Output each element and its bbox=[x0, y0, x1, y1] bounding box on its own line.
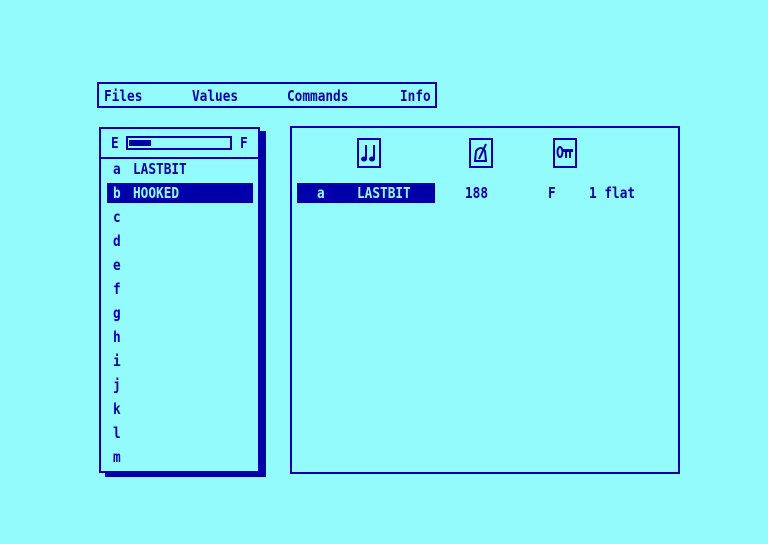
memory-gauge-fill bbox=[129, 140, 151, 146]
file-list-item[interactable]: d bbox=[107, 231, 253, 251]
file-slot-letter: g bbox=[113, 304, 121, 322]
menu-values[interactable]: Values bbox=[192, 87, 238, 105]
menu-files[interactable]: Files bbox=[104, 87, 142, 105]
file-slot-letter: m bbox=[113, 448, 121, 466]
detail-signature: 1 flat bbox=[589, 184, 636, 202]
file-list-item[interactable]: j bbox=[107, 375, 253, 395]
file-list-panel: E F a LASTBIT b HOOKED c d e f g h i j k l m bbox=[99, 127, 260, 473]
file-list-item[interactable]: m bbox=[107, 447, 253, 467]
memory-gauge bbox=[126, 136, 232, 150]
file-slot-letter: f bbox=[113, 280, 121, 298]
detail-row-name: LASTBIT bbox=[357, 184, 411, 202]
menu-commands[interactable]: Commands bbox=[287, 87, 348, 105]
file-list-item[interactable]: f bbox=[107, 279, 253, 299]
file-list-item[interactable]: c bbox=[107, 207, 253, 227]
file-slot-letter: b bbox=[113, 184, 121, 202]
file-slot-letter: d bbox=[113, 232, 121, 250]
detail-tempo: 188 bbox=[465, 184, 489, 202]
menu-bar: Files Values Commands Info bbox=[97, 82, 437, 108]
gauge-empty-label: E bbox=[111, 134, 119, 152]
gauge-full-label: F bbox=[240, 134, 248, 152]
detail-key: F bbox=[548, 184, 556, 202]
memory-gauge-header: E F bbox=[101, 129, 258, 159]
file-slot-letter: c bbox=[113, 208, 121, 226]
file-slot-letter: k bbox=[113, 400, 121, 418]
file-list-item[interactable]: k bbox=[107, 399, 253, 419]
detail-panel: a LASTBIT 188 F 1 flat bbox=[290, 126, 680, 474]
file-list-item[interactable]: l bbox=[107, 423, 253, 443]
key-icon-box[interactable] bbox=[553, 138, 577, 168]
file-list-item[interactable]: b HOOKED bbox=[107, 183, 253, 203]
file-list-item[interactable]: a LASTBIT bbox=[107, 159, 253, 179]
file-slot-letter: e bbox=[113, 256, 121, 274]
file-name: LASTBIT bbox=[133, 160, 187, 178]
file-slot-letter: h bbox=[113, 328, 121, 346]
metronome-icon bbox=[473, 143, 488, 162]
file-list-item[interactable]: i bbox=[107, 351, 253, 371]
notes-icon-box[interactable] bbox=[357, 138, 381, 168]
notes-icon bbox=[361, 145, 375, 162]
detail-row-selected[interactable]: a LASTBIT bbox=[297, 183, 435, 203]
detail-row-letter: a bbox=[317, 184, 325, 202]
file-name: HOOKED bbox=[133, 184, 180, 202]
file-slot-letter: a bbox=[113, 160, 121, 178]
file-slot-letter: j bbox=[113, 376, 121, 394]
file-list-item[interactable]: g bbox=[107, 303, 253, 323]
file-list-item[interactable]: h bbox=[107, 327, 253, 347]
file-list-item[interactable]: e bbox=[107, 255, 253, 275]
key-icon bbox=[556, 146, 573, 158]
file-slot-letter: i bbox=[113, 352, 121, 370]
menu-info[interactable]: Info bbox=[400, 87, 431, 105]
metronome-icon-box[interactable] bbox=[469, 138, 493, 168]
file-slot-letter: l bbox=[113, 424, 121, 442]
